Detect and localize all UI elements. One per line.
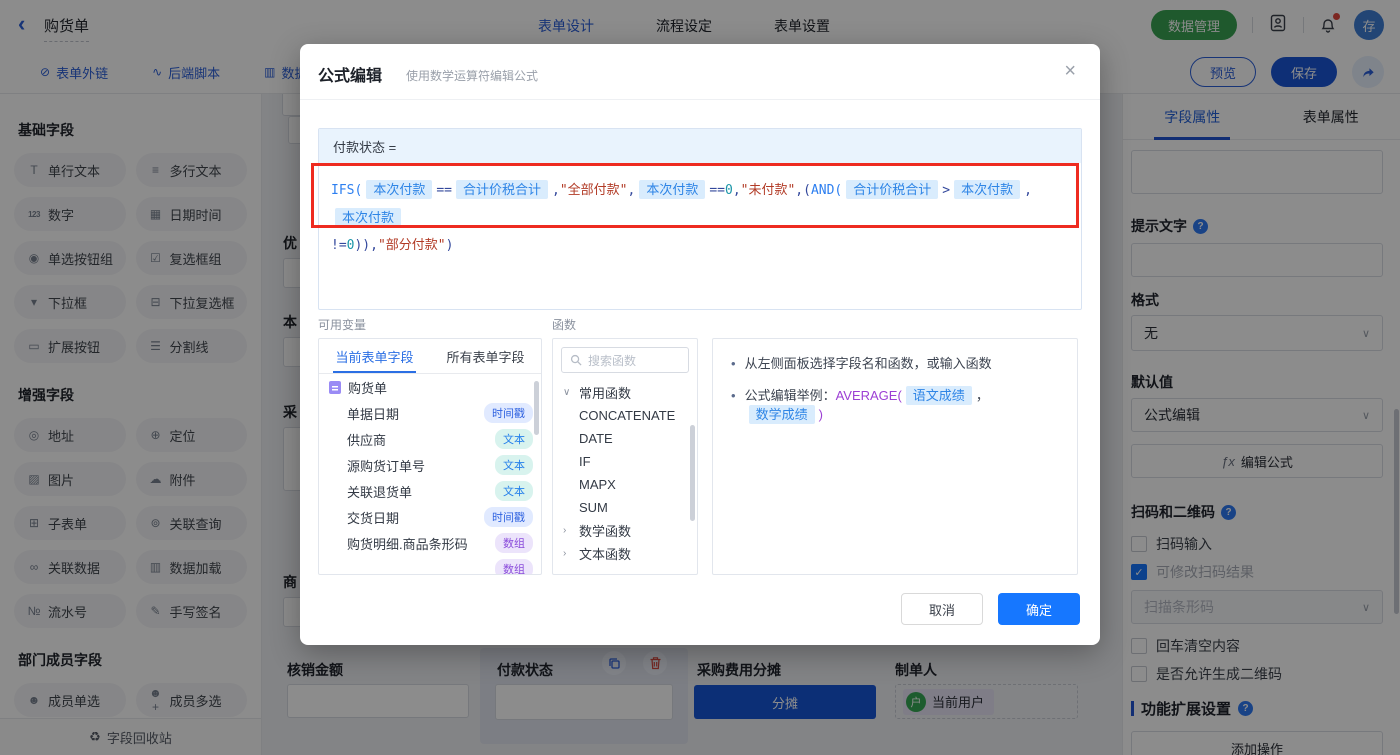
variables-zone-label: 可用变量 — [318, 318, 367, 332]
function-group-文本函数[interactable]: › 文本函数 — [553, 542, 697, 565]
field-token[interactable]: 本次付款 — [335, 208, 402, 227]
field-token[interactable]: 本次付款 — [366, 180, 433, 199]
functions-zone-label: 函数 — [552, 318, 577, 332]
function-group-常用函数[interactable]: ∨ 常用函数 — [553, 381, 697, 404]
app-window: ‹ 购货单 表单设计流程设定表单设置 数据管理 存 ⊘表单外链∿后端脚本▥数据权… — [0, 0, 1400, 755]
formula-token: , — [732, 183, 741, 198]
variables-panel: 当前表单字段 所有表单字段 购货单 单据日期 时间戳 供应商 文本 源购货订单号 文本 关联退货… — [318, 338, 542, 575]
function-item-DATE[interactable]: DATE — [553, 427, 697, 450]
formula-token: == — [436, 183, 452, 198]
variable-type-badge: 数组 — [495, 559, 533, 574]
help-text: ， — [975, 388, 989, 403]
formula-token: ,( — [795, 183, 811, 198]
function-item-CONCATENATE[interactable]: CONCATENATE — [553, 404, 697, 427]
variable-name: 供应商 — [347, 432, 387, 448]
function-group-label: 数学函数 — [579, 524, 632, 539]
variable-field-row[interactable]: 源购货订单号 文本 — [319, 452, 541, 478]
variable-name: 关联退货单 — [347, 484, 413, 500]
field-token[interactable]: 合计价税合计 — [455, 180, 548, 199]
functions-panel: 搜索函数 ∨ 常用函数 CONCATENATE DATE IF MAPX SUM › 数学函数 ›… — [552, 338, 698, 575]
chevron-right-icon: › — [563, 548, 567, 559]
example-field-token: 数学成绩 — [748, 405, 815, 424]
formula-token: == — [709, 183, 725, 198]
help-panel: • 从左侧面板选择字段名和函数，或输入函数 • 公式编辑举例：AVERAGE(语… — [712, 338, 1078, 575]
function-group-数学函数[interactable]: › 数学函数 — [553, 519, 697, 542]
formula-token: ) — [445, 238, 454, 253]
variable-field-row[interactable]: 供应商 文本 — [319, 426, 541, 452]
formula-token: )), — [354, 238, 378, 253]
function-item-SUM[interactable]: SUM — [553, 496, 697, 519]
function-item-IF[interactable]: IF — [553, 450, 697, 473]
variables-tab[interactable]: 所有表单字段 — [430, 339, 541, 373]
function-item-MAPX[interactable]: MAPX — [553, 473, 697, 496]
formula-content[interactable]: IFS(本次付款 == 合计价税合计 ,"全部付款", 本次付款 ==0,"未付款",(A… — [319, 163, 1081, 272]
variables-tree: 购货单 单据日期 时间戳 供应商 文本 源购货订单号 文本 关联退货单 文本 交货日期 时间戳 购货明… — [319, 374, 541, 574]
modal-subtitle: 使用数学运算符编辑公式 — [406, 69, 539, 83]
variables-tab[interactable]: 当前表单字段 — [319, 339, 430, 373]
variable-name: 源购货订单号 — [347, 458, 426, 474]
function-group-label: 文本函数 — [579, 547, 632, 562]
variable-type-badge: 文本 — [495, 429, 533, 449]
search-placeholder: 搜索函数 — [588, 353, 637, 368]
formula-token: , — [552, 183, 560, 198]
formula-editor-modal: 公式编辑 使用数学运算符编辑公式 × 付款状态 = IFS(本次付款 == 合计价税… — [300, 44, 1100, 645]
modal-header: 公式编辑 使用数学运算符编辑公式 × — [300, 44, 1100, 100]
function-list: ∨ 常用函数 CONCATENATE DATE IF MAPX SUM › 数学函数 › 文本函数 — [553, 381, 697, 574]
modal-title: 公式编辑 — [318, 68, 383, 85]
functions-scrollbar[interactable] — [690, 425, 695, 521]
help-tip-2: • 公式编辑举例：AVERAGE(语文成绩 ， 数学成绩) — [731, 386, 1059, 424]
field-token[interactable]: 本次付款 — [639, 180, 706, 199]
search-icon — [570, 354, 582, 366]
field-token[interactable]: 合计价税合计 — [846, 180, 939, 199]
function-group-label: 常用函数 — [579, 386, 632, 401]
variables-scrollbar[interactable] — [534, 381, 539, 435]
cancel-button[interactable]: 取消 — [901, 593, 983, 625]
formula-editor[interactable]: 付款状态 = IFS(本次付款 == 合计价税合计 ,"全部付款", 本次付款 ==0,"… — [318, 128, 1082, 310]
formula-token: 0 — [724, 183, 733, 198]
variable-type-badge: 时间戳 — [484, 507, 533, 527]
formula-token: > — [942, 183, 951, 198]
variable-type-badge: 时间戳 — [484, 403, 533, 423]
tree-expanded-icon: ∨ — [563, 387, 571, 398]
variables-tree-root[interactable]: 购货单 — [319, 374, 541, 400]
formula-token: AND( — [810, 183, 843, 198]
formula-line-2: !=0)),"部分付款") — [331, 232, 1069, 259]
variable-type-badge: 文本 — [495, 455, 533, 475]
variable-field-row[interactable]: 数组 — [319, 556, 541, 574]
help-text: ) — [818, 407, 823, 422]
confirm-button[interactable]: 确定 — [998, 593, 1080, 625]
help-text: AVERAGE( — [835, 388, 902, 403]
chevron-right-icon: › — [563, 525, 567, 536]
formula-token: "全部付款" — [559, 183, 628, 198]
variable-field-row[interactable]: 购货明细.商品条形码 数组 — [319, 530, 541, 556]
formula-target-field: 付款状态 = — [319, 129, 1081, 163]
help-text: 公式编辑举例： — [744, 388, 836, 403]
formula-token: , — [627, 183, 636, 198]
variable-name: 交货日期 — [347, 510, 400, 526]
example-field-token: 语文成绩 — [905, 386, 972, 405]
variable-field-row[interactable]: 单据日期 时间戳 — [319, 400, 541, 426]
variable-type-badge: 文本 — [495, 481, 533, 501]
tree-root-label: 购货单 — [348, 380, 388, 396]
function-search-input[interactable]: 搜索函数 — [561, 347, 689, 373]
bullet-icon: • — [731, 388, 736, 403]
bullet-icon: • — [731, 356, 736, 371]
variable-name: 购货明细.商品条形码 — [347, 536, 468, 552]
close-icon[interactable]: × — [1064, 60, 1076, 83]
formula-token: != — [331, 238, 347, 253]
formula-line-1: IFS(本次付款 == 合计价税合计 ,"全部付款", 本次付款 ==0,"未付款",(A… — [331, 176, 1069, 232]
variable-field-row[interactable]: 关联退货单 文本 — [319, 478, 541, 504]
variable-name: 单据日期 — [347, 406, 400, 422]
help-tip-1: • 从左侧面板选择字段名和函数，或输入函数 — [731, 356, 992, 371]
formula-token: "未付款" — [740, 183, 796, 198]
field-token[interactable]: 本次付款 — [954, 180, 1021, 199]
variables-tabs: 当前表单字段 所有表单字段 — [319, 339, 541, 374]
formula-token: , — [1024, 183, 1032, 198]
variable-type-badge: 数组 — [495, 533, 533, 553]
formula-token: IFS( — [331, 183, 363, 198]
formula-token: "部分付款" — [377, 238, 446, 253]
document-icon — [329, 380, 341, 394]
variable-field-row[interactable]: 交货日期 时间戳 — [319, 504, 541, 530]
